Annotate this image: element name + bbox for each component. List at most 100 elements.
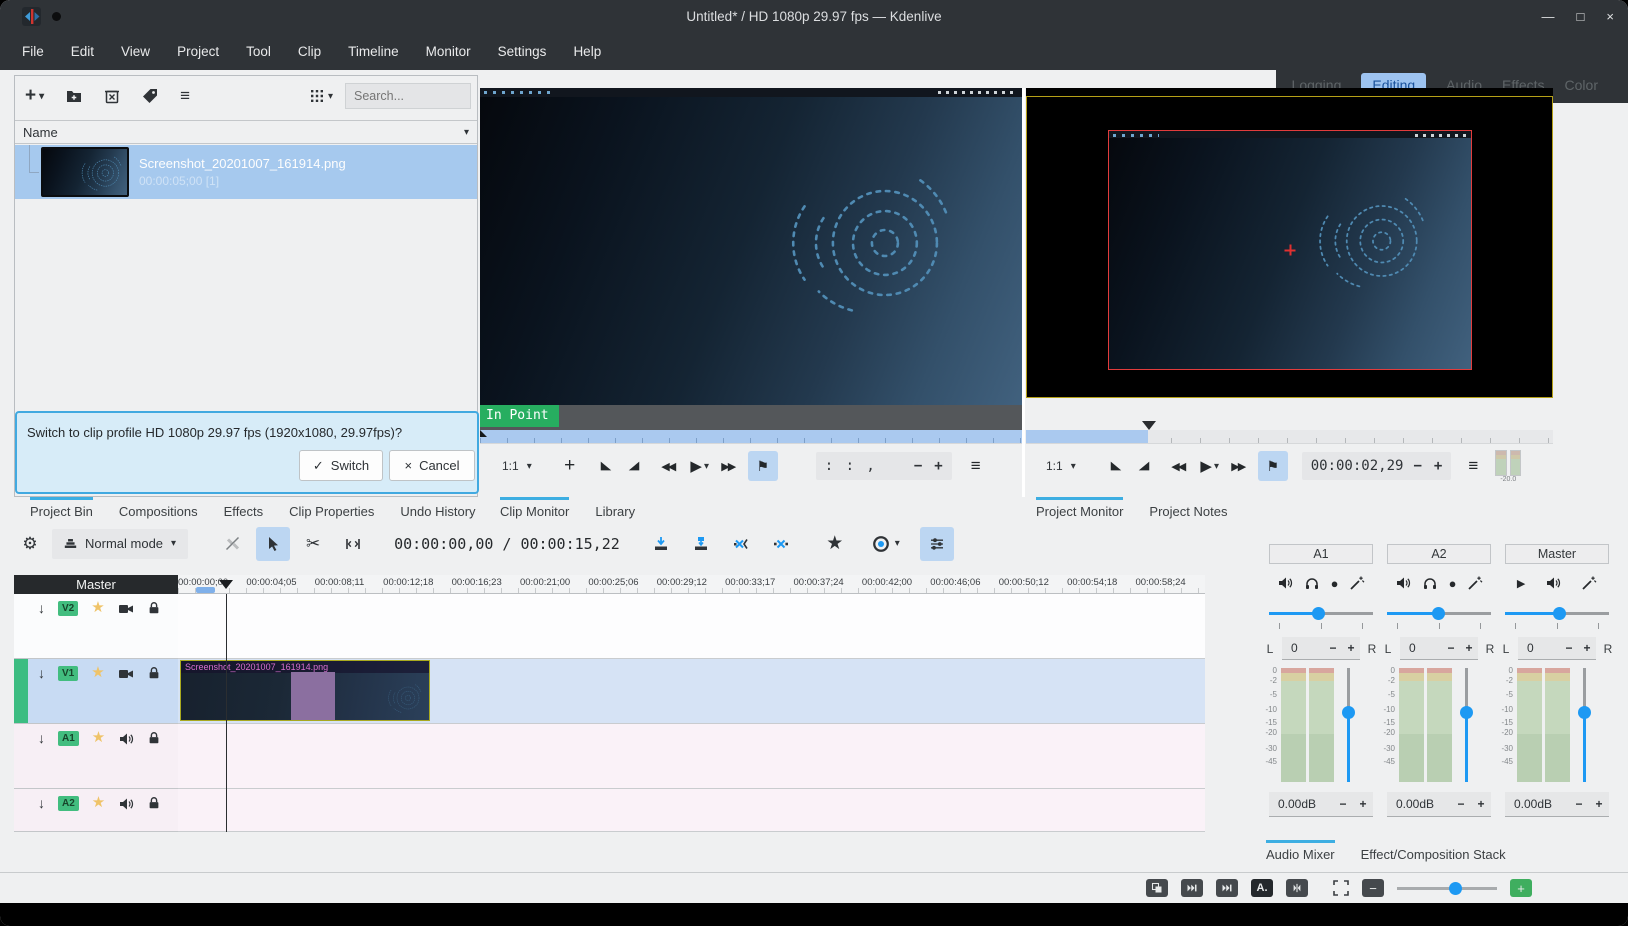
show-audio-thumbnails-button[interactable] [1216,879,1238,897]
video-track-icon[interactable] [118,666,134,682]
track-lane-v2[interactable] [178,594,1205,659]
zone-flag-button[interactable]: ⚑ [1258,451,1288,481]
search-input[interactable] [345,83,471,109]
db-decrement[interactable]: − [1333,797,1353,811]
monitor-menu-icon[interactable]: ≡ [962,451,990,481]
favorite-effects-icon[interactable]: ★ [818,527,852,561]
tab-clip-properties[interactable]: Clip Properties [289,497,374,519]
gain-slider[interactable] [1583,668,1586,782]
menu-tool[interactable]: Tool [246,44,271,59]
tab-audio-mixer[interactable]: Audio Mixer [1266,840,1335,862]
add-clip-button[interactable]: +▾ [25,85,44,107]
track-target-gutter[interactable] [14,659,28,723]
mixer-strip-title[interactable]: A2 [1387,544,1491,564]
track-header-v1[interactable]: ↓ V1 ★ [14,659,178,724]
lock-icon[interactable] [147,601,161,615]
timeline-settings-icon[interactable]: ⚙ [14,534,46,554]
monitor-zone[interactable] [1026,430,1148,443]
delete-button[interactable] [104,88,120,104]
cancel-button[interactable]: × Cancel [389,450,475,481]
timecode-decrement[interactable]: − [1413,458,1421,474]
tab-effects[interactable]: Effects [224,497,264,519]
mixer-strip-title[interactable]: Master [1505,544,1609,564]
mixer-strip-title[interactable]: A1 [1269,544,1373,564]
solo-headphones-icon[interactable] [1422,575,1438,591]
lock-icon[interactable] [147,796,161,810]
monitor-splitter[interactable] [1022,88,1025,497]
maximize-button[interactable]: □ [1577,9,1585,24]
volume-slider[interactable] [1505,607,1609,620]
track-badge[interactable]: A1 [58,731,79,746]
timeline-position-display[interactable]: 00:00:00,00 / 00:00:15,22 [394,535,620,553]
mute-icon[interactable] [1277,575,1293,591]
solo-headphones-icon[interactable] [1304,575,1320,591]
menu-view[interactable]: View [121,44,150,59]
db-increment[interactable]: + [1589,797,1609,811]
mute-icon[interactable] [1545,575,1561,591]
volume-slider[interactable] [1269,607,1373,620]
menu-project[interactable]: Project [177,44,219,59]
db-decrement[interactable]: − [1569,797,1589,811]
project-monitor-ruler[interactable] [1026,430,1553,443]
effects-wand-icon[interactable] [1581,575,1597,591]
gain-slider[interactable] [1347,668,1350,782]
view-mode-button[interactable]: ▾ [309,88,333,104]
balance-increment[interactable]: + [1460,641,1478,655]
audio-track-icon[interactable] [118,731,134,747]
target-arrow-icon[interactable]: ↓ [38,601,45,615]
set-in-point-button[interactable] [1102,451,1130,481]
menu-file[interactable]: File [22,44,44,59]
add-marker-button[interactable]: + [556,451,584,481]
gain-slider[interactable] [1465,668,1468,782]
extract-zone-button[interactable] [724,527,758,561]
insert-zone-button[interactable] [644,527,678,561]
target-arrow-icon[interactable]: ↓ [38,796,45,810]
tag-button[interactable] [142,88,158,104]
volume-slider[interactable] [1387,607,1491,620]
selection-tool-button[interactable] [256,527,290,561]
record-button[interactable]: ▾ [872,535,900,553]
track-target-gutter[interactable] [14,789,28,831]
audio-track-icon[interactable] [118,796,134,812]
monitor-zoom-select[interactable]: 1:1▾ [1036,451,1086,481]
track-header-v2[interactable]: ↓ V2 ★ [14,594,178,659]
forward-button[interactable]: ▶▶ [714,451,742,481]
effects-wand-icon[interactable] [1349,575,1365,591]
balance-decrement[interactable]: − [1560,641,1578,655]
balance-decrement[interactable]: − [1324,641,1342,655]
track-lane-a2[interactable] [178,789,1205,832]
tab-project-monitor[interactable]: Project Monitor [1036,497,1123,519]
timeline-clip[interactable]: Screenshot_20201007_161914.png [180,660,430,721]
rewind-button[interactable]: ◀◀ [654,451,682,481]
rewind-button[interactable]: ◀◀ [1164,451,1192,481]
timecode-increment[interactable]: + [934,458,942,474]
track-header-a2[interactable]: ↓ A2 ★ [14,789,178,832]
mute-icon[interactable] [1395,575,1411,591]
track-lane-v1[interactable]: Screenshot_20201007_161914.png [178,659,1205,724]
balance-decrement[interactable]: − [1442,641,1460,655]
db-decrement[interactable]: − [1451,797,1471,811]
clip-monitor-ruler[interactable] [480,430,1022,443]
record-monitor-icon[interactable]: ● [1331,576,1339,591]
lock-icon[interactable] [147,731,161,745]
clip-monitor-playhead[interactable] [480,430,487,437]
tab-project-bin[interactable]: Project Bin [30,497,93,519]
target-arrow-icon[interactable]: ↓ [38,731,45,745]
track-lane-a1[interactable] [178,724,1205,789]
menu-edit[interactable]: Edit [71,44,94,59]
play-button[interactable]: ▶▾ [1196,451,1224,481]
zone-flag-button[interactable]: ⚑ [748,451,778,481]
clip-monitor-timecode[interactable]: : : , −+ [816,452,952,480]
balance-increment[interactable]: + [1342,641,1360,655]
minimize-button[interactable]: — [1542,9,1555,24]
timecode-decrement[interactable]: − [914,458,922,474]
show-video-thumbnails-button[interactable] [1181,879,1203,897]
effects-star-icon[interactable]: ★ [91,601,104,615]
tab-effect-composition-stack[interactable]: Effect/Composition Stack [1361,840,1506,862]
bin-menu-icon[interactable]: ≡ [180,86,190,106]
zoom-in-button[interactable]: + [1510,879,1532,897]
menu-settings[interactable]: Settings [498,44,547,59]
set-out-point-button[interactable] [1130,451,1158,481]
fit-zoom-button[interactable] [1333,880,1349,896]
effects-star-icon[interactable]: ★ [92,796,105,810]
